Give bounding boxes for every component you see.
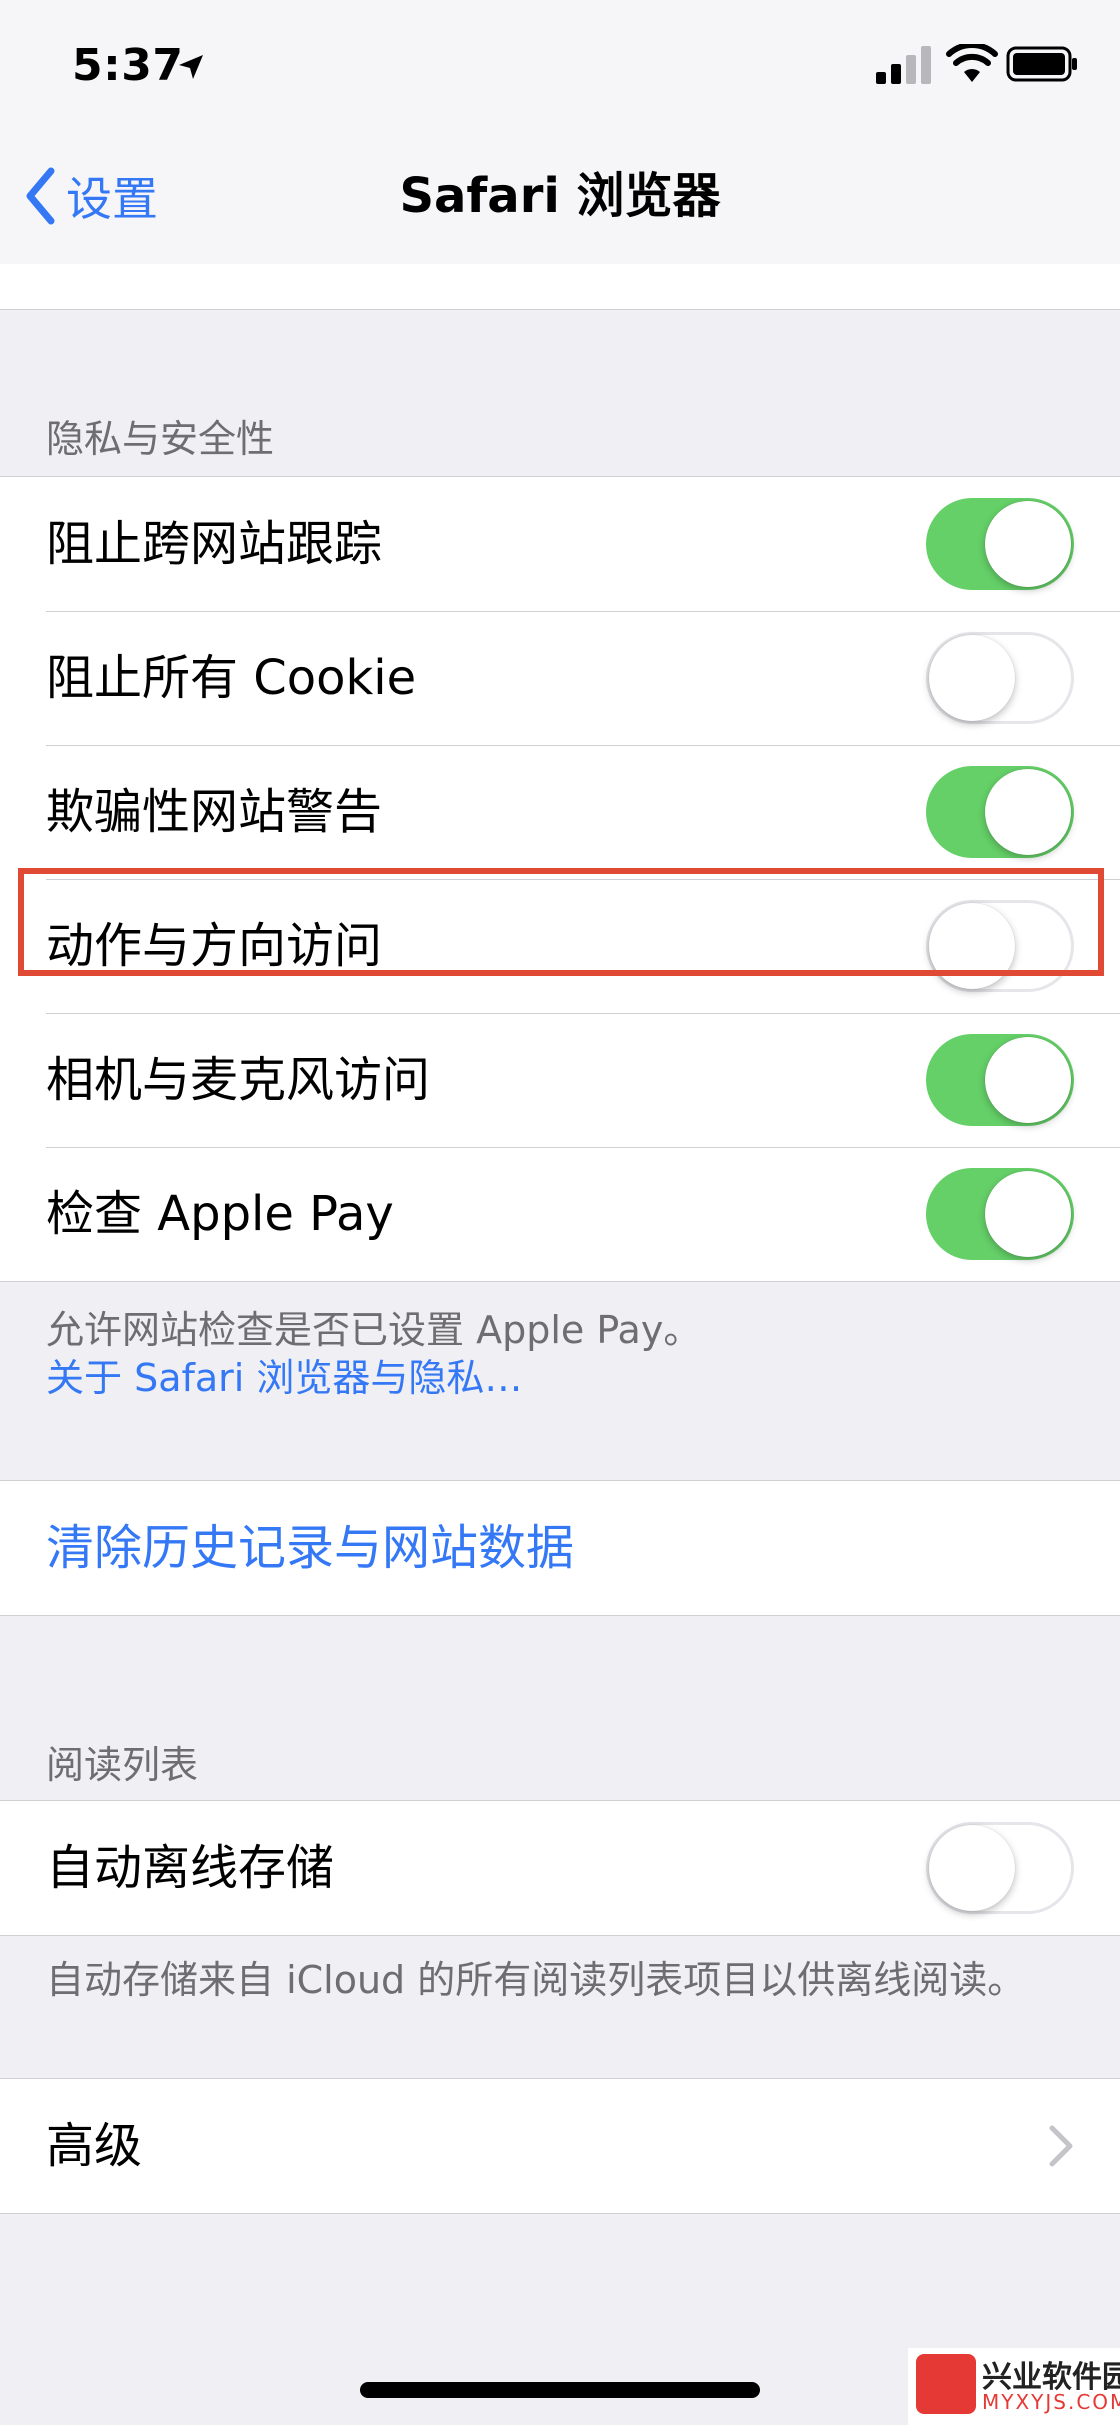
clear-history-button[interactable]: 清除历史记录与网站数据 (0, 1481, 1120, 1615)
toggle-switch[interactable] (926, 766, 1074, 858)
setting-label: 自动离线存储 (46, 1840, 335, 1896)
toggle-knob (929, 1825, 1015, 1911)
setting-row-fraudulent-website-warning: 欺骗性网站警告 (0, 745, 1120, 879)
setting-row-check-apple-pay: 检查 Apple Pay (0, 1147, 1120, 1281)
cellular-signal-icon (876, 46, 931, 84)
setting-row-block-all-cookies: 阻止所有 Cookie (0, 611, 1120, 745)
advanced-row[interactable]: 高级 (0, 2079, 1120, 2213)
setting-label: 阻止跨网站跟踪 (46, 516, 383, 572)
toggle-knob (929, 635, 1015, 721)
setting-row-camera-microphone-access: 相机与麦克风访问 (0, 1013, 1120, 1147)
status-time: 5:37 (72, 40, 184, 91)
battery-icon (1006, 46, 1077, 82)
home-indicator (360, 2382, 760, 2398)
section-header-reading-list: 阅读列表 (46, 1743, 199, 1787)
toggle-switch[interactable] (926, 1822, 1074, 1914)
previous-row-partial (0, 264, 1120, 310)
clear-history-label: 清除历史记录与网站数据 (46, 1520, 575, 1576)
chevron-right-icon (1049, 2125, 1073, 2167)
toggle-knob (985, 1037, 1071, 1123)
watermark: 兴业软件园 MYXYJS.COM (908, 2348, 1120, 2425)
advanced-label: 高级 (46, 2118, 143, 2174)
setting-label: 检查 Apple Pay (46, 1186, 394, 1242)
highlight-box (18, 868, 1104, 976)
toggle-knob (985, 769, 1071, 855)
section-header-privacy: 隐私与安全性 (46, 417, 275, 461)
toggle-knob (985, 501, 1071, 587)
toggle-switch[interactable] (926, 1034, 1074, 1126)
reading-list-group: 自动离线存储 (0, 1800, 1120, 1936)
privacy-link[interactable]: 关于 Safari 浏览器与隐私… (46, 1354, 701, 1402)
setting-row-cross-site-tracking: 阻止跨网站跟踪 (0, 477, 1120, 611)
watermark-subtitle: MYXYJS.COM (982, 2390, 1120, 2414)
setting-label: 阻止所有 Cookie (46, 650, 417, 706)
location-arrow-icon (179, 55, 203, 79)
privacy-footer-text: 允许网站检查是否已设置 Apple Pay。 (46, 1308, 702, 1352)
toggle-knob (985, 1171, 1071, 1257)
watermark-logo-icon (916, 2354, 976, 2414)
toggle-switch[interactable] (926, 1168, 1074, 1260)
advanced-group: 高级 (0, 2078, 1120, 2214)
privacy-footer: 允许网站检查是否已设置 Apple Pay。 关于 Safari 浏览器与隐私… (46, 1306, 701, 1402)
toggle-switch[interactable] (926, 498, 1074, 590)
toggle-switch[interactable] (926, 632, 1074, 724)
setting-label: 相机与麦克风访问 (46, 1052, 431, 1108)
page-title: Safari 浏览器 (399, 168, 721, 224)
setting-row-auto-offline-save: 自动离线存储 (0, 1801, 1120, 1935)
clear-history-group: 清除历史记录与网站数据 (0, 1480, 1120, 1616)
wifi-icon (946, 44, 998, 82)
setting-label: 欺骗性网站警告 (46, 784, 383, 840)
reading-list-footer: 自动存储来自 iCloud 的所有阅读列表项目以供离线阅读。 (46, 1958, 1026, 2002)
